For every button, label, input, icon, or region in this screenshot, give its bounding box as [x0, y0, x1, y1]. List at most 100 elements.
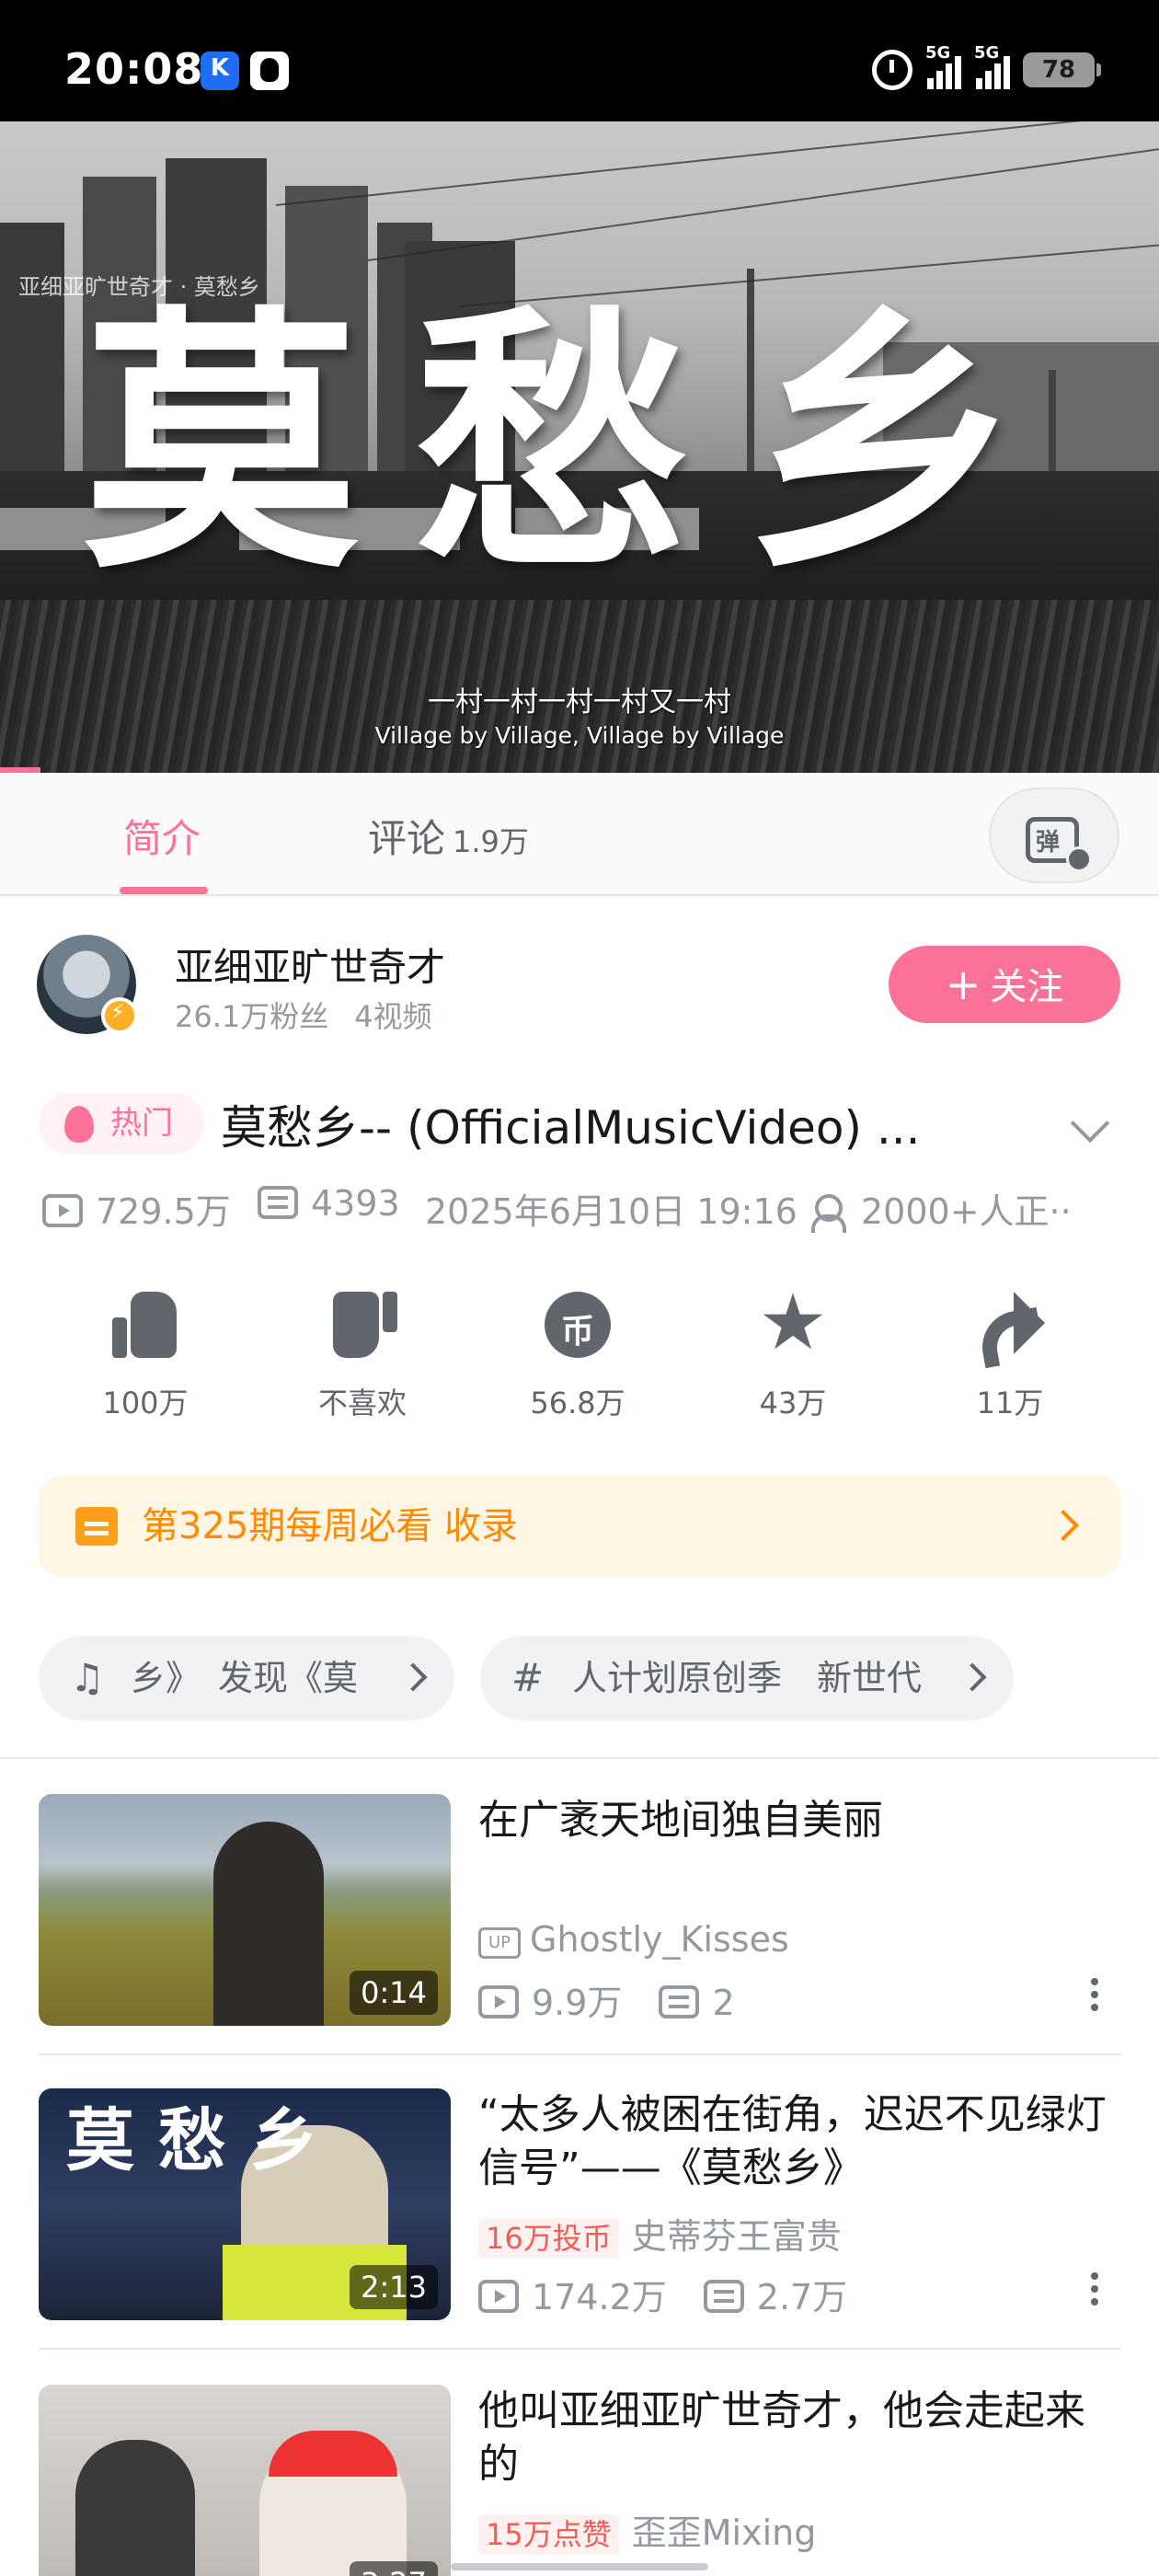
play-count-icon: [478, 2280, 519, 2313]
share-icon: [973, 1288, 1047, 1362]
music-chip[interactable]: ♫ 乡》 发现《莫: [39, 1636, 454, 1720]
share-button[interactable]: 11万: [918, 1288, 1102, 1422]
danmaku-icon: [258, 1186, 298, 1219]
weekly-label: 第325期每周必看 收录: [142, 1505, 519, 1547]
watching-now[interactable]: 2000+人正··: [811, 1183, 1072, 1234]
danmaku-icon: [703, 2280, 744, 2313]
thumbs-up-icon: [109, 1288, 182, 1362]
follow-button[interactable]: + 关注: [889, 946, 1120, 1023]
favorite-button[interactable]: 43万: [701, 1277, 885, 1422]
rec-stats: 9.9万 2: [478, 1974, 735, 2025]
rec-stats: 174.2万 2.7万: [478, 2269, 847, 2319]
tab-active-indicator: [120, 887, 208, 894]
rec-uploader[interactable]: 15万点赞 歪歪Mixing: [478, 2504, 816, 2555]
alarm-icon: [872, 50, 912, 90]
video-detail-page: 20:08 5G 5G 78: [0, 0, 1159, 2576]
tab-intro[interactable]: 简介: [123, 808, 201, 864]
tab-comments-label: 评论: [368, 816, 446, 861]
danmaku-toggle-button[interactable]: [989, 788, 1119, 883]
thumbs-down-icon: [326, 1288, 399, 1362]
rec-uploader[interactable]: UP Ghostly_Kisses: [478, 1919, 789, 1960]
hot-label: 热门: [110, 1105, 173, 1142]
coin-count: 56.8万: [530, 1386, 625, 1420]
coin-button[interactable]: 56.8万: [486, 1288, 670, 1422]
play-count-icon: [42, 1194, 83, 1227]
list-item[interactable]: 0:14 在广袤天地间独自美丽 UP Ghostly_Kisses 9.9万 2: [0, 1794, 1159, 2070]
danmaku-off-icon: [1066, 846, 1092, 872]
chevron-right-icon: [958, 1662, 987, 1692]
play-count-icon: [478, 1985, 519, 2018]
hot-badge[interactable]: 热门: [39, 1093, 204, 1154]
more-options-icon[interactable]: [1091, 1978, 1098, 2015]
topic-chip[interactable]: # 人计划原创季 新世代: [480, 1636, 1014, 1720]
video-subtitle: 一村一村一村一村又一村 Village by Village, Village …: [0, 686, 1159, 753]
rec-title[interactable]: 在广袤天地间独自美丽: [478, 1794, 1122, 1847]
section-divider: [0, 1757, 1159, 1759]
up-icon: UP: [478, 1927, 521, 1959]
rec-badge: 15万点赞: [478, 2514, 619, 2555]
qq-icon: [250, 52, 289, 90]
signal-icon: 5G: [925, 43, 961, 89]
status-bar: 20:08 5G 5G 78: [0, 0, 1159, 121]
danmaku-icon: [659, 1985, 700, 2018]
uploader-fans: 26.1万粉丝: [175, 999, 329, 1034]
coin-icon: [541, 1288, 614, 1362]
more-options-icon[interactable]: [1091, 2272, 1098, 2309]
chevron-down-icon[interactable]: [1070, 1103, 1110, 1144]
tab-comments-count: 1.9万: [453, 824, 529, 859]
list-item[interactable]: 3:27 他叫亚细亚旷世奇才，他会走起来的 15万点赞歪歪Mixing: [0, 2385, 1159, 2576]
subtitle-en: Village by Village, Village by Village: [374, 722, 785, 749]
list-separator: [39, 2348, 1120, 2350]
chevron-right-icon: [1048, 1510, 1079, 1541]
view-count: 729.5万: [42, 1183, 231, 1234]
video-duration: 2:13: [350, 2265, 438, 2309]
topic-chip-label: 人计划原创季 新世代: [572, 1658, 923, 1698]
hashtag-icon: #: [511, 1655, 545, 1700]
music-note-icon: ♫: [70, 1655, 105, 1700]
video-duration: 3:27: [350, 2561, 438, 2576]
list-separator: [39, 2053, 1120, 2055]
like-count: 100万: [102, 1386, 189, 1420]
calendar-icon: [75, 1507, 118, 1546]
action-bar: 100万 不喜欢 56.8万 43万 11万: [0, 1277, 1159, 1426]
video-thumbnail[interactable]: 3:27: [39, 2385, 451, 2576]
rec-uploader[interactable]: 16万投币 史蒂芬王富贵: [478, 2208, 842, 2259]
rec-title[interactable]: 他叫亚细亚旷世奇才，他会走起来的: [478, 2385, 1122, 2491]
app-k-icon: [201, 52, 239, 90]
plus-icon: +: [945, 960, 981, 1009]
tab-comments[interactable]: 评论 1.9万: [368, 808, 529, 864]
status-time: 20:08: [64, 44, 204, 94]
uploader-video-count: 4视频: [354, 999, 432, 1034]
dislike-button[interactable]: 不喜欢: [270, 1288, 454, 1422]
thumbnail-text: 莫 愁 乡: [66, 2101, 318, 2180]
status-indicators: 5G 5G 78: [872, 43, 1101, 96]
follow-label: 关注: [990, 966, 1064, 1008]
rec-badge: 16万投币: [478, 2218, 619, 2259]
subtitle-cn: 一村一村一村一村又一村: [428, 686, 731, 719]
verified-badge-icon: [101, 997, 138, 1034]
uploader-name[interactable]: 亚细亚旷世奇才: [175, 937, 445, 993]
battery-icon: 78: [1023, 52, 1101, 87]
people-icon: [811, 1194, 848, 1233]
video-title-art: 莫愁乡: [83, 281, 1076, 605]
home-indicator[interactable]: [451, 2563, 708, 2570]
rec-title[interactable]: “太多人被困在街角，迟迟不见绿灯信号”——《莫愁乡》: [478, 2088, 1122, 2195]
flame-icon: [64, 1106, 94, 1143]
signal-icon: 5G: [974, 43, 1010, 89]
danmaku-count: 4393: [258, 1183, 400, 1224]
video-title[interactable]: 莫愁乡-- (OfficialMusicVideo) ...: [221, 1091, 921, 1157]
chevron-right-icon: [398, 1662, 428, 1692]
share-count: 11万: [976, 1386, 1044, 1420]
weekly-must-watch-banner[interactable]: 第325期每周必看 收录: [39, 1476, 1120, 1577]
video-player[interactable]: 亚细亚旷世奇才 · 莫愁乡 莫愁乡 一村一村一村一村又一村 Village by…: [0, 121, 1159, 773]
like-button[interactable]: 100万: [53, 1288, 237, 1422]
video-thumbnail[interactable]: 莫 愁 乡 2:13: [39, 2088, 451, 2320]
list-item[interactable]: 莫 愁 乡 2:13 “太多人被困在街角，迟迟不见绿灯信号”——《莫愁乡》 16…: [0, 2088, 1159, 2364]
tab-bar: 简介 评论 1.9万: [0, 773, 1159, 896]
video-thumbnail[interactable]: 0:14: [39, 1794, 451, 2026]
video-duration: 0:14: [350, 1971, 438, 2015]
dislike-label: 不喜欢: [317, 1386, 407, 1420]
star-icon: [756, 1277, 830, 1367]
music-chip-label: 乡》 发现《莫: [131, 1658, 359, 1698]
publish-date: 2025年6月10日 19:16: [425, 1191, 798, 1232]
